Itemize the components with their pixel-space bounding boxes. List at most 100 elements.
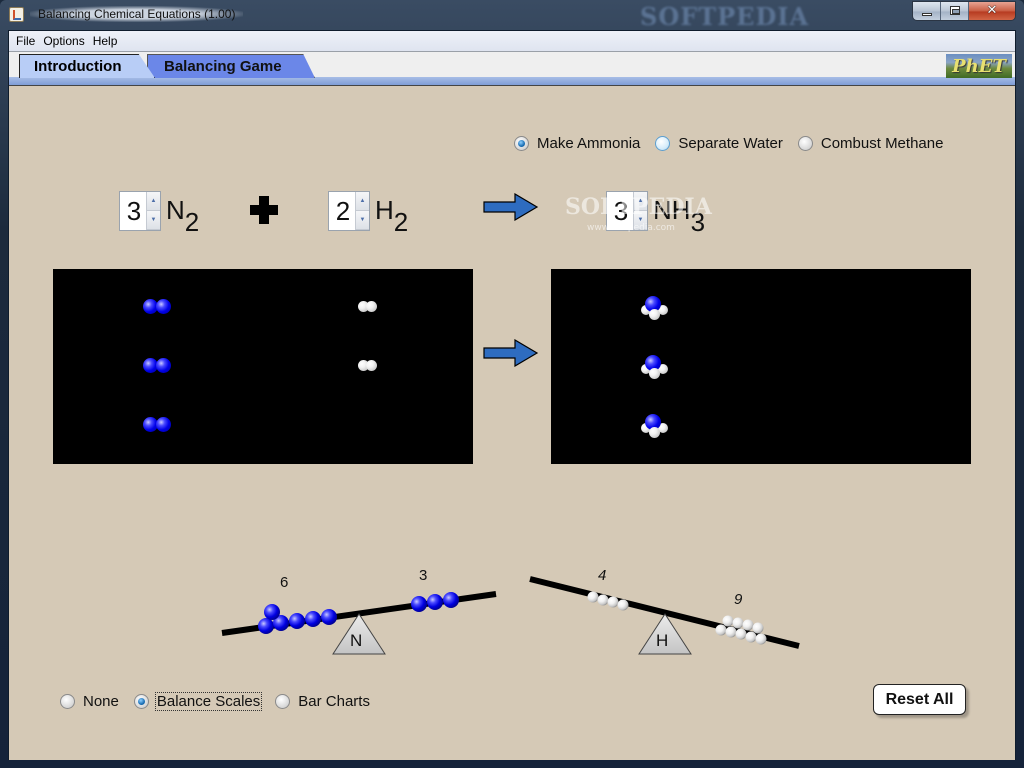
h2-symbol: H	[375, 195, 394, 225]
nh3-formula: NH3	[653, 195, 705, 235]
n-fulcrum-label: N	[350, 631, 363, 650]
hydrogen-atom	[649, 309, 660, 320]
nh3-subscript: 3	[690, 207, 706, 237]
products-box	[551, 269, 971, 464]
nh3-decrement-icon[interactable]: ▼	[634, 211, 647, 230]
hydrogen-atom	[587, 591, 599, 603]
h2-subscript: 2	[393, 207, 409, 237]
reactants-box	[53, 269, 473, 464]
nitrogen-atom	[427, 594, 443, 610]
hydrogen-atom	[722, 615, 734, 627]
nitrogen-atom	[156, 299, 171, 314]
h2-decrement-icon[interactable]: ▼	[356, 211, 369, 230]
hydrogen-atom	[597, 594, 609, 606]
radio-combust-methane[interactable]	[797, 136, 813, 151]
window-controls: ✕	[912, 1, 1016, 21]
hydrogen-atom	[745, 631, 757, 643]
hydrogen-atom	[735, 628, 747, 640]
n2-decrement-icon[interactable]: ▼	[147, 211, 160, 230]
hydrogen-atom	[752, 622, 764, 634]
radio-make-ammonia[interactable]	[514, 136, 529, 151]
tab-balancing-game[interactable]: Balancing Game	[147, 54, 315, 78]
n2-subscript: 2	[184, 207, 200, 237]
maximize-button[interactable]	[941, 2, 969, 20]
h-right-count: 9	[734, 591, 743, 608]
hydrogen-atom	[649, 368, 660, 379]
minimize-button[interactable]	[913, 2, 941, 20]
label-none[interactable]: None	[82, 693, 120, 710]
radio-none[interactable]	[60, 694, 75, 709]
n2-coefficient-value[interactable]: 3	[120, 192, 146, 230]
hydrogen-atom	[742, 619, 754, 631]
nitrogen-atom	[289, 613, 305, 629]
hydrogen-atom	[649, 427, 660, 438]
h2-coefficient-value[interactable]: 2	[329, 192, 355, 230]
hydrogen-atom	[732, 617, 744, 629]
nh3-symbol: NH	[653, 195, 691, 225]
client-area: File Options Help Balancing Game Introdu…	[8, 30, 1016, 760]
nitrogen-atom	[321, 609, 337, 625]
radio-separate-water[interactable]	[655, 136, 671, 151]
label-balance-scales[interactable]: Balance Scales	[154, 692, 263, 711]
balance-scales	[221, 576, 800, 655]
h-left-count: 4	[598, 567, 607, 584]
nh3-coefficient-spinner[interactable]: 3 ▲ ▼	[606, 191, 648, 231]
h2-spinner-buttons: ▲ ▼	[355, 192, 369, 230]
h2-formula: H2	[375, 195, 408, 235]
nh3-coefficient-value[interactable]: 3	[607, 192, 633, 230]
close-button[interactable]: ✕	[969, 2, 1015, 20]
nh3-spinner-buttons: ▲ ▼	[633, 192, 647, 230]
menu-bar: File Options Help	[9, 31, 1015, 51]
menu-options[interactable]: Options	[39, 34, 88, 48]
h2-coefficient-spinner[interactable]: 2 ▲ ▼	[328, 191, 370, 231]
n-left-count: 6	[280, 574, 289, 591]
h-fulcrum-label: H	[656, 631, 669, 650]
n2-increment-icon[interactable]: ▲	[147, 192, 160, 211]
hydrogen-atom	[366, 301, 377, 312]
reset-all-button[interactable]: Reset All	[873, 684, 966, 715]
maximize-icon	[950, 6, 960, 15]
n2-coefficient-spinner[interactable]: 3 ▲ ▼	[119, 191, 161, 231]
hydrogen-atom	[366, 360, 377, 371]
hydrogen-atom	[725, 626, 737, 638]
phet-logo-text: PhET	[952, 55, 1006, 77]
box-arrow-icon	[483, 339, 539, 367]
nh3-increment-icon[interactable]: ▲	[634, 192, 647, 211]
title-bar[interactable]: Balancing Chemical Equations (1.00) SOFT…	[0, 0, 1024, 31]
tab-bar: Balancing Game Introduction PhET	[9, 51, 1015, 86]
hydrogen-atom	[607, 596, 619, 608]
nitrogen-atom	[264, 604, 280, 620]
nitrogen-atom	[156, 358, 171, 373]
hydrogen-atom	[755, 633, 767, 645]
label-bar-charts[interactable]: Bar Charts	[297, 693, 371, 710]
h2-increment-icon[interactable]: ▲	[356, 192, 369, 211]
label-combust-methane[interactable]: Combust Methane	[820, 135, 945, 152]
minimize-icon	[922, 13, 932, 16]
java-app-icon	[9, 7, 24, 22]
n2-spinner-buttons: ▲ ▼	[146, 192, 160, 230]
reaction-arrow-icon	[483, 193, 539, 221]
hydrogen-atom	[617, 599, 629, 611]
nitrogen-atom	[156, 417, 171, 432]
n2-symbol: N	[166, 195, 185, 225]
close-icon: ✕	[986, 3, 998, 18]
phet-logo[interactable]: PhET	[946, 54, 1012, 78]
plus-icon	[250, 196, 278, 224]
nitrogen-atom	[258, 618, 274, 634]
nitrogen-atom	[443, 592, 459, 608]
nitrogen-atom	[411, 596, 427, 612]
n2-formula: N2	[166, 195, 199, 235]
tab-introduction[interactable]: Introduction	[19, 54, 155, 78]
hydrogen-atom	[715, 624, 727, 636]
radio-balance-scales[interactable]	[133, 694, 149, 709]
label-make-ammonia[interactable]: Make Ammonia	[536, 135, 641, 152]
simulation-canvas: Make Ammonia Separate Water Combust Meth…	[9, 86, 1015, 760]
softpedia-watermark: SOFTPEDIA	[640, 2, 810, 31]
window-title: Balancing Chemical Equations (1.00)	[30, 6, 244, 22]
menu-help[interactable]: Help	[89, 34, 122, 48]
radio-bar-charts[interactable]	[275, 694, 291, 709]
label-separate-water[interactable]: Separate Water	[677, 135, 784, 152]
menu-file[interactable]: File	[12, 34, 39, 48]
n-right-count: 3	[419, 567, 428, 584]
nitrogen-atom	[305, 611, 321, 627]
